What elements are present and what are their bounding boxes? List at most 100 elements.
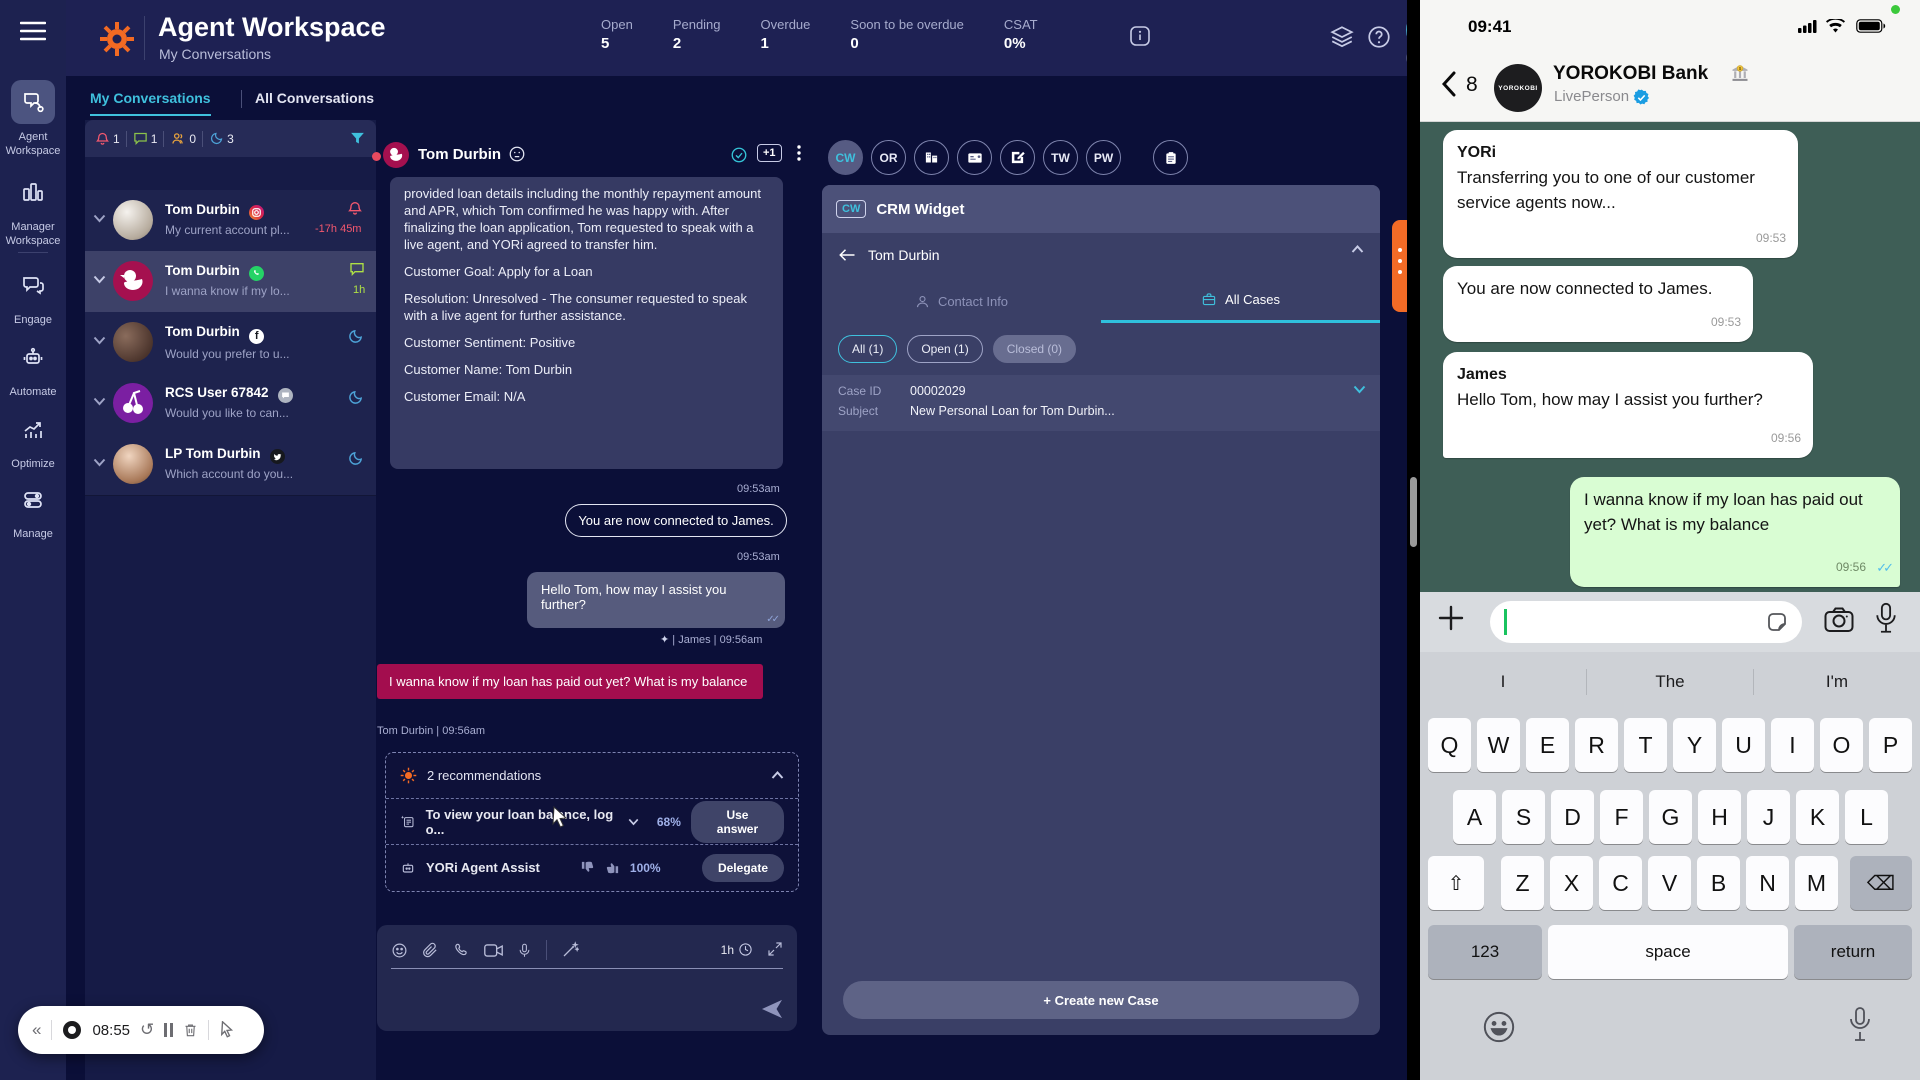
transfer-plus-one-button[interactable]: +1 <box>757 144 782 162</box>
key-f[interactable]: F <box>1600 790 1643 844</box>
mic-icon[interactable] <box>517 942 532 959</box>
key-h[interactable]: H <box>1698 790 1741 844</box>
key-p[interactable]: P <box>1869 718 1912 772</box>
back-chevron-icon[interactable] <box>1442 71 1456 97</box>
case-expand-chevron-icon[interactable] <box>1353 385 1366 394</box>
sentiment-neutral-icon[interactable] <box>508 145 526 163</box>
chevron-down-icon[interactable] <box>93 397 106 406</box>
create-new-case-button[interactable]: + Create new Case <box>843 981 1359 1019</box>
key-e[interactable]: E <box>1526 718 1569 772</box>
key-j[interactable]: J <box>1747 790 1790 844</box>
resolve-check-icon[interactable] <box>730 146 748 164</box>
layers-icon[interactable] <box>1329 24 1355 50</box>
message-filter-icon[interactable]: 1 <box>133 131 158 146</box>
filter-open[interactable]: Open (1) <box>907 335 982 363</box>
key-v[interactable]: V <box>1648 856 1691 910</box>
tab-all-cases[interactable]: All Cases <box>1101 279 1380 323</box>
key-123[interactable]: 123 <box>1428 925 1542 979</box>
sidebar-item-automate[interactable]: Automate <box>0 336 66 399</box>
send-icon[interactable] <box>761 999 783 1019</box>
tab-all-conversations[interactable]: All Conversations <box>255 90 374 106</box>
plus-attach-icon[interactable] <box>1436 603 1466 633</box>
key-z[interactable]: Z <box>1501 856 1544 910</box>
voice-note-mic-icon[interactable] <box>1875 602 1897 634</box>
key-a[interactable]: A <box>1453 790 1496 844</box>
chat-title[interactable]: YOROKOBI Bank <box>1553 63 1708 85</box>
snoozed-filter-icon[interactable]: 3 <box>209 131 234 146</box>
conversation-row-2-selected[interactable]: Tom Durbin I wanna know if my lo... 1h <box>85 251 376 313</box>
filter-funnel-icon[interactable] <box>349 130 366 147</box>
scrollbar-thumb[interactable] <box>1410 477 1417 547</box>
attachment-icon[interactable] <box>422 942 439 959</box>
phone-message-input[interactable] <box>1490 601 1802 643</box>
case-row[interactable]: Case ID 00002029 Subject New Personal Lo… <box>822 375 1380 431</box>
sticker-icon[interactable] <box>1765 610 1789 634</box>
key-w[interactable]: W <box>1477 718 1520 772</box>
sidebar-item-manager-workspace[interactable]: Manager Workspace <box>0 170 66 248</box>
suggestion-1[interactable]: I <box>1420 672 1586 692</box>
key-m[interactable]: M <box>1795 856 1838 910</box>
key-delete[interactable]: ⌫ <box>1850 856 1912 910</box>
thumbs-up-icon[interactable] <box>605 860 620 875</box>
sla-timer[interactable]: 1h <box>721 942 753 957</box>
widget-tab-id-card[interactable] <box>957 140 992 175</box>
recommendation-item-2[interactable]: YORi Agent Assist 100% Delegate <box>386 845 798 890</box>
key-k[interactable]: K <box>1796 790 1839 844</box>
ai-wand-icon[interactable] <box>561 941 579 959</box>
sidebar-item-agent-workspace[interactable]: Agent Workspace <box>0 80 66 158</box>
record-stop-icon[interactable] <box>62 1020 82 1040</box>
widget-tab-company[interactable] <box>914 140 949 175</box>
sidebar-item-manage[interactable]: Manage <box>0 478 66 541</box>
expand-composer-icon[interactable] <box>767 941 783 957</box>
filter-all[interactable]: All (1) <box>838 335 897 363</box>
video-call-icon[interactable] <box>484 943 503 958</box>
key-return[interactable]: return <box>1794 925 1912 979</box>
pointer-icon[interactable] <box>219 1021 235 1039</box>
key-n[interactable]: N <box>1746 856 1789 910</box>
keyboard-emoji-icon[interactable] <box>1482 1010 1516 1044</box>
key-u[interactable]: U <box>1722 718 1765 772</box>
suggestion-2[interactable]: The <box>1587 672 1753 692</box>
key-q[interactable]: Q <box>1428 718 1471 772</box>
conversation-row-1[interactable]: Tom Durbin My current account pl... -17h… <box>85 190 376 252</box>
key-b[interactable]: B <box>1697 856 1740 910</box>
filter-closed[interactable]: Closed (0) <box>993 335 1076 363</box>
key-d[interactable]: D <box>1551 790 1594 844</box>
recommendation-item-1[interactable]: To view your loan balance, log o... 68% … <box>386 799 798 844</box>
conversation-row-4[interactable]: RCS User 67842 Would you like to can... <box>85 373 376 435</box>
suggestion-3[interactable]: I'm <box>1754 672 1920 692</box>
key-shift[interactable]: ⇧ <box>1428 856 1484 910</box>
widget-tab-cw[interactable]: CW <box>828 140 863 175</box>
key-s[interactable]: S <box>1502 790 1545 844</box>
alert-bell-icon[interactable]: 1 <box>95 131 120 146</box>
info-icon[interactable] <box>1128 24 1152 48</box>
back-arrow-icon[interactable] <box>838 247 856 263</box>
collapse-toolbar-icon[interactable]: « <box>32 1020 41 1040</box>
dictation-mic-icon[interactable] <box>1848 1006 1872 1044</box>
sidebar-item-optimize[interactable]: Optimize <box>0 408 66 471</box>
widget-tab-compose[interactable] <box>1000 140 1035 175</box>
use-answer-button[interactable]: Use answer <box>691 801 784 843</box>
tab-contact-info[interactable]: Contact Info <box>822 279 1101 323</box>
chevron-down-icon[interactable] <box>93 214 106 223</box>
camera-icon[interactable] <box>1824 607 1854 633</box>
pause-recording-icon[interactable] <box>164 1023 173 1037</box>
voice-call-icon[interactable] <box>453 942 470 959</box>
key-c[interactable]: C <box>1599 856 1642 910</box>
key-y[interactable]: Y <box>1673 718 1716 772</box>
widget-tab-clipboard[interactable] <box>1153 140 1188 175</box>
chevron-down-icon[interactable] <box>93 336 106 345</box>
widget-tab-tw[interactable]: TW <box>1043 140 1078 175</box>
kebab-menu-icon[interactable] <box>790 143 808 163</box>
expand-chevron-icon[interactable] <box>628 818 639 826</box>
people-filter-icon[interactable]: 0 <box>170 131 196 146</box>
widget-tab-or[interactable]: OR <box>871 140 906 175</box>
key-g[interactable]: G <box>1649 790 1692 844</box>
key-t[interactable]: T <box>1624 718 1667 772</box>
widget-tab-pw[interactable]: PW <box>1086 140 1121 175</box>
key-l[interactable]: L <box>1845 790 1888 844</box>
delegate-button[interactable]: Delegate <box>702 854 784 882</box>
key-x[interactable]: X <box>1550 856 1593 910</box>
key-o[interactable]: O <box>1820 718 1863 772</box>
conversation-row-5[interactable]: LP Tom Durbin Which account do you... <box>85 434 376 496</box>
